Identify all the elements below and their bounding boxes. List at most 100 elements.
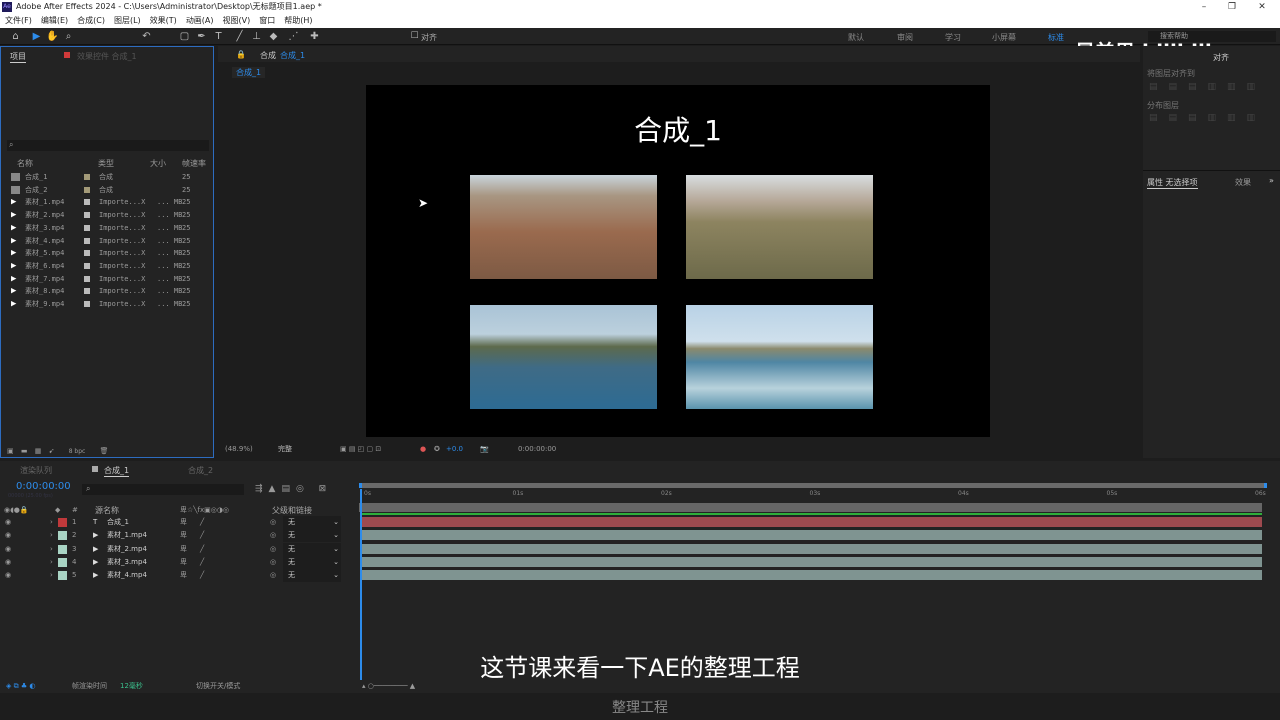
eye-icon[interactable]: ◉ [5, 543, 11, 556]
pen-tool-icon[interactable]: ✒ [195, 30, 208, 43]
shy-switch[interactable]: 卑 [180, 516, 187, 529]
eraser-tool-icon[interactable]: ◆ [267, 30, 280, 43]
selection-tool-icon[interactable]: ▶ [30, 30, 43, 43]
project-search-input[interactable]: ⌕ [7, 140, 209, 151]
pickwhip-icon[interactable]: ◎ [270, 516, 276, 529]
tab-align[interactable]: 对齐 [1213, 52, 1229, 63]
quality-switch[interactable]: ╱ [200, 556, 204, 569]
eye-icon[interactable]: ◉ [5, 569, 11, 582]
label-color[interactable] [84, 250, 90, 257]
parent-dropdown[interactable]: 无 ⌄ [283, 569, 341, 583]
rotate-tool-icon[interactable]: ↶ [140, 30, 153, 43]
lock-icon[interactable]: 🔒 [236, 50, 246, 59]
label-color[interactable] [84, 301, 90, 307]
exposure-value[interactable]: +0.0 [446, 442, 463, 456]
layer-row[interactable]: ◉ › 3 ▶ 素材_2.mp4 卑 ╱ ◎ 无 ⌄ [0, 542, 1280, 556]
layer-duration-bar[interactable] [362, 570, 1262, 581]
col-fps[interactable]: 帧速率 [182, 158, 206, 169]
col-source-name[interactable]: 源名称 [95, 505, 119, 516]
menu-item[interactable]: 图层(L) [114, 14, 141, 28]
hand-tool-icon[interactable]: ✋ [46, 30, 59, 43]
shy-switch[interactable]: 卑 [180, 569, 187, 582]
viewer-timecode[interactable]: 0:00:00:00 [518, 442, 556, 456]
new-folder-icon[interactable]: ▬ [21, 447, 28, 455]
workspace-small-screen[interactable]: 小屏幕 [992, 32, 1016, 43]
snap-checkbox[interactable]: ☐ [408, 30, 421, 43]
current-time[interactable]: 0:00:00:00 [16, 481, 71, 492]
roto-tool-icon[interactable]: ⋰ [287, 30, 300, 43]
comp-tab-active[interactable]: 合成_1 [280, 50, 305, 61]
render-icon[interactable]: ➹ [49, 447, 55, 455]
quality-dropdown[interactable]: 完整 [278, 442, 292, 456]
eye-icon[interactable]: ◉ [5, 529, 11, 542]
snapshot-icon[interactable]: 📷 [480, 442, 489, 456]
shy-switch[interactable]: 卑 [180, 529, 187, 542]
workspace-standard[interactable]: 标准 [1048, 32, 1064, 43]
stamp-tool-icon[interactable]: ⊥ [250, 30, 263, 43]
menu-item[interactable]: 编辑(E) [41, 14, 68, 28]
quality-switch[interactable]: ╱ [200, 543, 204, 556]
project-item[interactable]: ▶ 素材_8.mp4 Importe...X ... MB 25 [11, 285, 211, 297]
work-area-bar[interactable] [359, 483, 1267, 488]
project-item[interactable]: ▶ 素材_5.mp4 Importe...X ... MB 25 [11, 247, 211, 259]
expand-chevron-icon[interactable]: › [50, 569, 53, 582]
label-color[interactable] [84, 275, 90, 282]
expand-chevron-icon[interactable]: › [50, 556, 53, 569]
distribute-buttons[interactable]: ▤▤▤▥▥▥ [1149, 113, 1266, 123]
pin-tool-icon[interactable]: ✚ [308, 30, 321, 43]
align-buttons[interactable]: ▤▤▤▥▥▥ [1149, 82, 1266, 92]
exposure-icon[interactable]: ✪ [434, 442, 440, 456]
menu-item[interactable]: 效果(T) [150, 14, 177, 28]
more-panels-icon[interactable]: » [1269, 176, 1274, 185]
layer-row[interactable]: ◉ › 2 ▶ 素材_1.mp4 卑 ╱ ◎ 无 ⌄ [0, 529, 1280, 543]
menu-item[interactable]: 合成(C) [77, 14, 105, 28]
restore-button[interactable]: ❐ [1220, 0, 1244, 14]
project-item[interactable]: ▶ 素材_2.mp4 Importe...X ... MB 25 [11, 209, 211, 221]
project-item[interactable]: ▶ 素材_4.mp4 Importe...X ... MB 25 [11, 235, 211, 247]
label-color[interactable] [84, 224, 90, 231]
bpc-button[interactable]: 8 bpc [69, 448, 86, 455]
comp-breadcrumb[interactable]: 合成_1 [232, 67, 266, 78]
label-color[interactable] [84, 262, 90, 269]
layer-label-color[interactable] [58, 531, 67, 541]
menu-item[interactable]: 文件(F) [5, 14, 32, 28]
tab-comp-2[interactable]: 合成_2 [188, 465, 213, 476]
pickwhip-icon[interactable]: ◎ [270, 569, 276, 582]
region-icons[interactable]: ▣ ▤ ◰ ▢ ⊡ [340, 442, 381, 456]
label-color[interactable] [84, 212, 90, 219]
project-item[interactable]: ▶ 素材_6.mp4 Importe...X ... MB 25 [11, 260, 211, 272]
layer-row[interactable]: ◉ › 1 T 合成_1 卑 ╱ ◎ 无 ⌄ [0, 516, 1280, 529]
label-color[interactable] [84, 237, 90, 244]
quality-switch[interactable]: ╱ [200, 516, 204, 529]
layer-label-color[interactable] [58, 571, 67, 581]
parent-dropdown[interactable]: 无 ⌄ [283, 516, 341, 529]
eye-icon[interactable]: ◉ [5, 556, 11, 569]
menu-item[interactable]: 帮助(H) [284, 14, 312, 28]
brush-tool-icon[interactable]: ╱ [233, 30, 246, 43]
label-color[interactable] [84, 199, 90, 206]
shy-switch[interactable]: 卑 [180, 543, 187, 556]
layer-duration-bar[interactable] [362, 530, 1262, 541]
layer-search-input[interactable]: ⌕ [82, 484, 244, 495]
col-parent[interactable]: 父级和链接 [272, 505, 312, 516]
zoom-dropdown[interactable]: (48.9%) [225, 442, 253, 456]
parent-dropdown[interactable]: 无 ⌄ [283, 542, 341, 556]
interpret-icon[interactable]: ▣ [7, 447, 14, 455]
quality-switch[interactable]: ╱ [200, 529, 204, 542]
layer-duration-bar[interactable] [362, 517, 1262, 527]
tab-render-queue[interactable]: 渲染队列 [20, 465, 52, 476]
project-item[interactable]: 合成_2 合成 25 [11, 184, 211, 196]
rectangle-tool-icon[interactable]: ▢ [178, 30, 191, 43]
pickwhip-icon[interactable]: ◎ [270, 556, 276, 569]
parent-dropdown[interactable]: 无 ⌄ [283, 529, 341, 543]
channel-icon[interactable]: ● [420, 442, 426, 456]
trash-icon[interactable]: 🗑 [100, 447, 109, 455]
workspace-default[interactable]: 默认 [848, 32, 864, 43]
label-color[interactable] [84, 174, 90, 180]
text-tool-icon[interactable]: T [212, 30, 225, 43]
comp-canvas[interactable]: 合成_1 [366, 85, 990, 437]
project-item[interactable]: ▶ 素材_9.mp4 Importe...X ... MB 25 [11, 298, 211, 310]
zoom-tool-icon[interactable]: ⌕ [62, 30, 75, 43]
tab-effect-controls[interactable]: 效果控件 合成_1 [77, 51, 137, 62]
expand-chevron-icon[interactable]: › [50, 516, 53, 529]
